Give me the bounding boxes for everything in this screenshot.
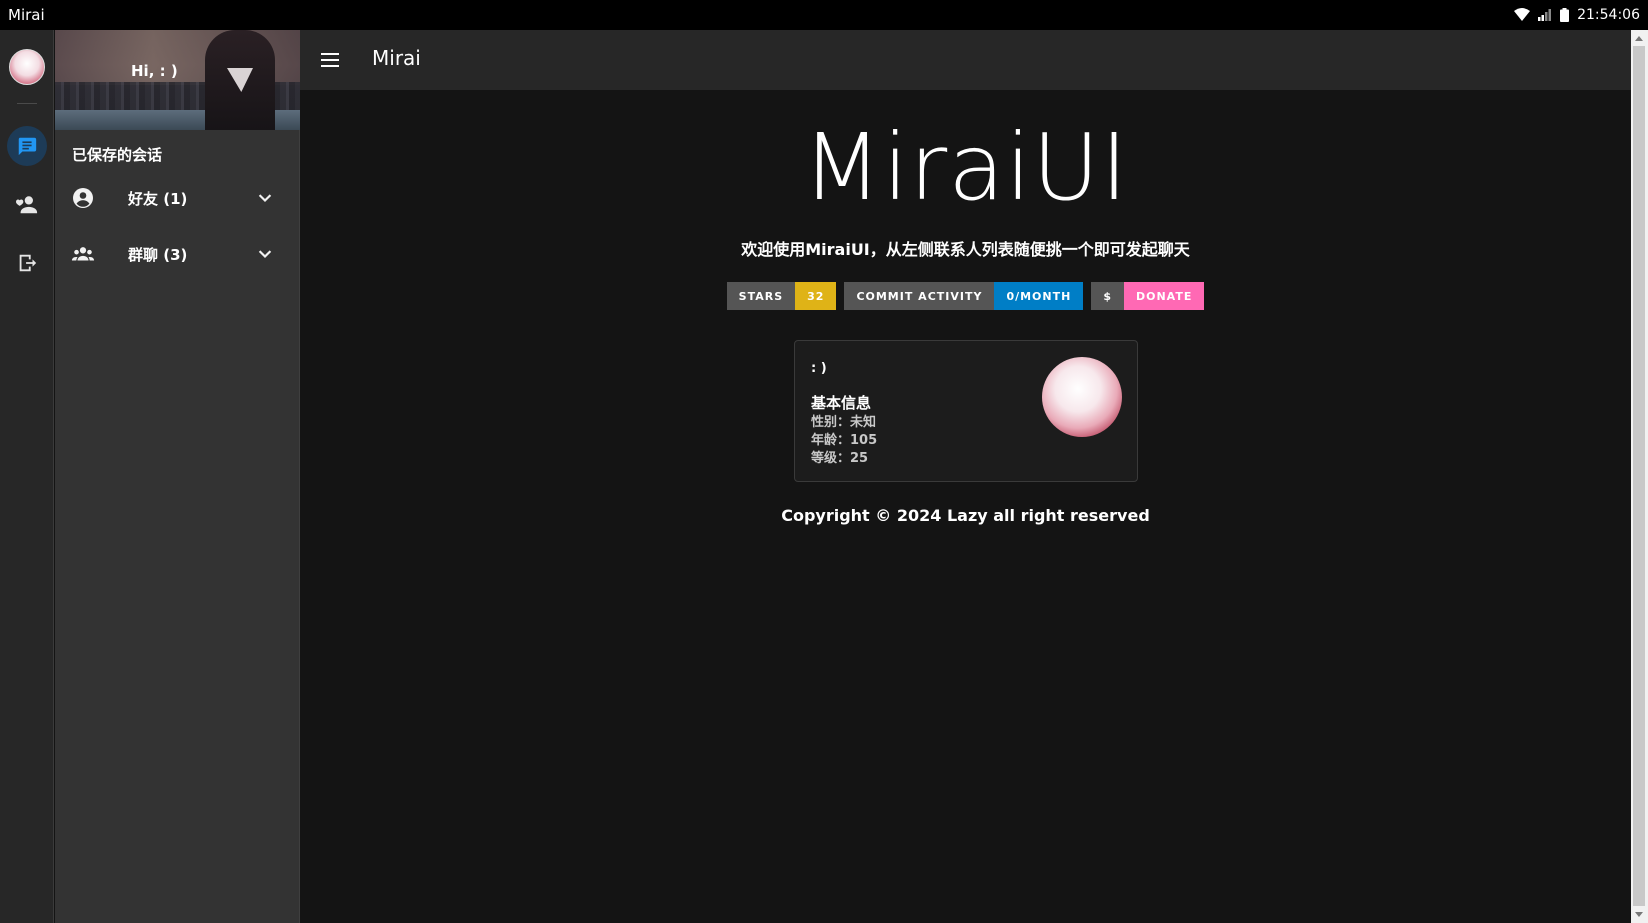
menu-icon bbox=[321, 53, 339, 67]
drawer-header-banner: Hi, : ) bbox=[55, 30, 300, 130]
app-bar-title: Mirai bbox=[372, 46, 421, 70]
profile-nickname: : ) bbox=[811, 361, 827, 376]
add-friend-icon bbox=[16, 196, 38, 214]
commit-badge-label: COMMIT ACTIVITY bbox=[844, 282, 995, 310]
group-chats-label: 群聊 (3) bbox=[128, 246, 188, 264]
os-status-bar: Mirai 21:54:06 bbox=[0, 0, 1648, 30]
group-icon bbox=[71, 247, 95, 261]
chat-icon bbox=[18, 137, 37, 156]
donate-badge-label: $ bbox=[1091, 282, 1124, 310]
profile-age: 年龄：105 bbox=[811, 433, 878, 448]
main-content: MiraiUI 欢迎使用MiraiUI，从左侧联系人列表随便挑一个即可发起聊天 … bbox=[300, 90, 1631, 923]
signal-icon bbox=[1538, 9, 1552, 21]
scroll-down-arrow-icon[interactable] bbox=[1635, 912, 1643, 917]
chevron-down-icon bbox=[258, 194, 272, 203]
profile-level: 等级：25 bbox=[811, 451, 869, 466]
profile-gender: 性别：未知 bbox=[811, 415, 877, 430]
nav-rail bbox=[0, 30, 54, 923]
logout-icon bbox=[19, 254, 37, 272]
window-scrollbar[interactable] bbox=[1631, 30, 1648, 923]
profile-section-title: 基本信息 bbox=[811, 394, 872, 412]
chevron-down-icon bbox=[258, 250, 272, 259]
copyright-footer: Copyright © 2024 Lazy all right reserved bbox=[781, 506, 1150, 525]
os-clock: 21:54:06 bbox=[1577, 7, 1640, 23]
scroll-up-arrow-icon[interactable] bbox=[1635, 36, 1643, 41]
friends-group-label: 好友 (1) bbox=[128, 190, 188, 208]
saved-sessions-title[interactable]: 已保存的会话 bbox=[72, 144, 162, 165]
os-status-icons: 21:54:06 bbox=[1514, 7, 1640, 23]
commit-badge-value: 0/MONTH bbox=[994, 282, 1084, 310]
hero-title: MiraiUI bbox=[802, 114, 1129, 221]
rail-add-friend-button[interactable] bbox=[7, 185, 47, 225]
friends-group[interactable]: 好友 (1) bbox=[55, 173, 300, 223]
drawer-greeting: Hi, : ) bbox=[131, 62, 178, 80]
stars-badge-value: 32 bbox=[795, 282, 837, 310]
donate-badge-value: DONATE bbox=[1123, 282, 1205, 310]
scroll-thumb[interactable] bbox=[1633, 46, 1645, 906]
profile-avatar bbox=[1042, 357, 1122, 437]
stars-badge[interactable]: STARS 32 bbox=[726, 282, 837, 310]
battery-icon bbox=[1560, 8, 1570, 22]
wifi-icon bbox=[1514, 8, 1531, 21]
os-app-name: Mirai bbox=[8, 6, 45, 24]
top-app-bar: Mirai bbox=[300, 30, 1631, 90]
commit-activity-badge[interactable]: COMMIT ACTIVITY 0/MONTH bbox=[844, 282, 1084, 310]
stars-badge-label: STARS bbox=[726, 282, 796, 310]
rail-chat-button[interactable] bbox=[7, 126, 47, 166]
welcome-message: 欢迎使用MiraiUI，从左侧联系人列表随便挑一个即可发起聊天 bbox=[741, 240, 1190, 259]
user-avatar[interactable] bbox=[9, 49, 45, 85]
badge-row: STARS 32 COMMIT ACTIVITY 0/MONTH $ DONAT… bbox=[300, 282, 1631, 310]
donate-badge[interactable]: $ DONATE bbox=[1091, 282, 1205, 310]
account-circle-icon bbox=[73, 188, 93, 208]
group-chats-group[interactable]: 群聊 (3) bbox=[55, 229, 300, 279]
rail-divider bbox=[17, 103, 37, 104]
rail-logout-button[interactable] bbox=[7, 243, 47, 283]
menu-button[interactable] bbox=[314, 44, 346, 76]
profile-card: : ) 基本信息 性别：未知 年龄：105 等级：25 bbox=[794, 340, 1138, 482]
contacts-drawer: Hi, : ) 已保存的会话 好友 (1) 群聊 (3) bbox=[55, 30, 300, 923]
app-window: Hi, : ) 已保存的会话 好友 (1) 群聊 (3) Mirai Mirai… bbox=[0, 30, 1631, 923]
